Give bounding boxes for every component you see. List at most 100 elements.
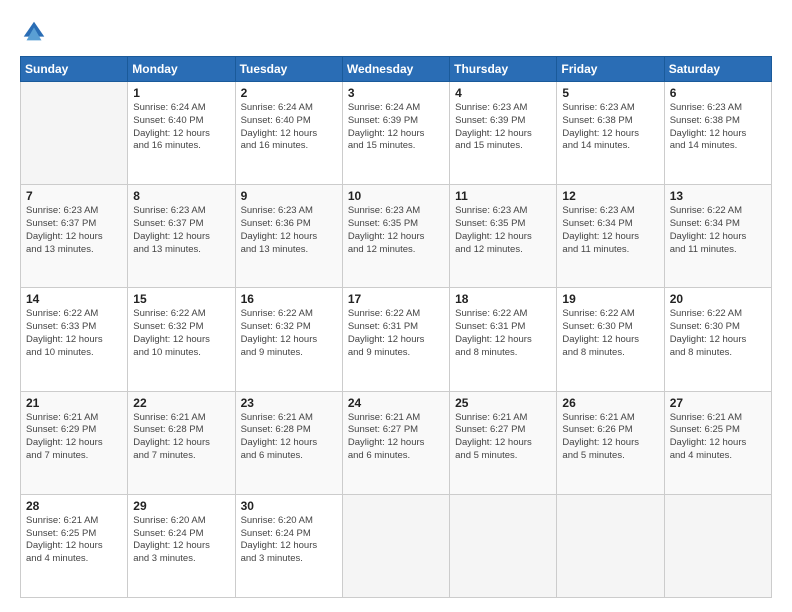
header-cell-wednesday: Wednesday (342, 57, 449, 82)
day-cell: 7 Sunrise: 6:23 AMSunset: 6:37 PMDaylight… (21, 185, 128, 288)
calendar-header: SundayMondayTuesdayWednesdayThursdayFrid… (21, 57, 772, 82)
day-info: Sunrise: 6:22 AMSunset: 6:34 PMDaylight:… (670, 205, 766, 256)
day-cell: 23 Sunrise: 6:21 AMSunset: 6:28 PMDayligh… (235, 391, 342, 494)
day-info: Sunrise: 6:24 AMSunset: 6:40 PMDaylight:… (133, 102, 229, 153)
week-row-3: 14Sunrise: 6:22 AMSunset: 6:33 PMDayligh… (21, 288, 772, 391)
day-cell: 11 Sunrise: 6:23 AMSunset: 6:35 PMDayligh… (450, 185, 557, 288)
day-number: 17 (348, 292, 444, 306)
day-info: Sunrise: 6:23 AMSunset: 6:35 PMDaylight:… (455, 205, 551, 256)
day-info: Sunrise: 6:21 AMSunset: 6:26 PMDaylight:… (562, 412, 658, 463)
day-info: Sunrise: 6:24 AMSunset: 6:39 PMDaylight:… (348, 102, 444, 153)
day-number: 22 (133, 396, 229, 410)
day-info: Sunrise: 6:21 AMSunset: 6:25 PMDaylight:… (26, 515, 122, 566)
day-info: Sunrise: 6:20 AMSunset: 6:24 PMDaylight:… (241, 515, 337, 566)
day-cell: 17 Sunrise: 6:22 AMSunset: 6:31 PMDayligh… (342, 288, 449, 391)
day-info: Sunrise: 6:23 AMSunset: 6:36 PMDaylight:… (241, 205, 337, 256)
day-info: Sunrise: 6:23 AMSunset: 6:38 PMDaylight:… (670, 102, 766, 153)
day-cell: 14Sunrise: 6:22 AMSunset: 6:33 PMDayligh… (21, 288, 128, 391)
day-number: 3 (348, 86, 444, 100)
day-cell: 8 Sunrise: 6:23 AMSunset: 6:37 PMDaylight… (128, 185, 235, 288)
day-cell: 1 Sunrise: 6:24 AMSunset: 6:40 PMDaylight… (128, 82, 235, 185)
day-cell: 3 Sunrise: 6:24 AMSunset: 6:39 PMDaylight… (342, 82, 449, 185)
day-cell: 16 Sunrise: 6:22 AMSunset: 6:32 PMDayligh… (235, 288, 342, 391)
day-info: Sunrise: 6:23 AMSunset: 6:35 PMDaylight:… (348, 205, 444, 256)
day-cell (450, 494, 557, 597)
week-row-2: 7 Sunrise: 6:23 AMSunset: 6:37 PMDaylight… (21, 185, 772, 288)
day-number: 25 (455, 396, 551, 410)
day-number: 11 (455, 189, 551, 203)
day-info: Sunrise: 6:22 AMSunset: 6:31 PMDaylight:… (455, 308, 551, 359)
day-cell (21, 82, 128, 185)
day-cell (342, 494, 449, 597)
day-info: Sunrise: 6:23 AMSunset: 6:37 PMDaylight:… (133, 205, 229, 256)
day-cell: 29 Sunrise: 6:20 AMSunset: 6:24 PMDayligh… (128, 494, 235, 597)
day-number: 24 (348, 396, 444, 410)
day-cell: 20 Sunrise: 6:22 AMSunset: 6:30 PMDayligh… (664, 288, 771, 391)
header-row: SundayMondayTuesdayWednesdayThursdayFrid… (21, 57, 772, 82)
day-info: Sunrise: 6:20 AMSunset: 6:24 PMDaylight:… (133, 515, 229, 566)
header-cell-thursday: Thursday (450, 57, 557, 82)
day-number: 10 (348, 189, 444, 203)
day-cell: 24 Sunrise: 6:21 AMSunset: 6:27 PMDayligh… (342, 391, 449, 494)
day-info: Sunrise: 6:21 AMSunset: 6:28 PMDaylight:… (133, 412, 229, 463)
week-row-5: 28Sunrise: 6:21 AMSunset: 6:25 PMDayligh… (21, 494, 772, 597)
header-cell-saturday: Saturday (664, 57, 771, 82)
day-cell: 19Sunrise: 6:22 AMSunset: 6:30 PMDayligh… (557, 288, 664, 391)
logo (20, 18, 52, 46)
day-number: 20 (670, 292, 766, 306)
header-cell-tuesday: Tuesday (235, 57, 342, 82)
day-number: 7 (26, 189, 122, 203)
day-number: 2 (241, 86, 337, 100)
day-cell: 22 Sunrise: 6:21 AMSunset: 6:28 PMDayligh… (128, 391, 235, 494)
day-info: Sunrise: 6:22 AMSunset: 6:31 PMDaylight:… (348, 308, 444, 359)
day-cell: 2 Sunrise: 6:24 AMSunset: 6:40 PMDaylight… (235, 82, 342, 185)
day-number: 8 (133, 189, 229, 203)
day-cell (664, 494, 771, 597)
day-cell: 27Sunrise: 6:21 AMSunset: 6:25 PMDayligh… (664, 391, 771, 494)
day-cell: 4 Sunrise: 6:23 AMSunset: 6:39 PMDaylight… (450, 82, 557, 185)
day-info: Sunrise: 6:21 AMSunset: 6:27 PMDaylight:… (455, 412, 551, 463)
day-cell: 30 Sunrise: 6:20 AMSunset: 6:24 PMDayligh… (235, 494, 342, 597)
day-info: Sunrise: 6:21 AMSunset: 6:25 PMDaylight:… (670, 412, 766, 463)
header-cell-friday: Friday (557, 57, 664, 82)
day-number: 30 (241, 499, 337, 513)
day-info: Sunrise: 6:23 AMSunset: 6:37 PMDaylight:… (26, 205, 122, 256)
day-cell: 18 Sunrise: 6:22 AMSunset: 6:31 PMDayligh… (450, 288, 557, 391)
day-number: 18 (455, 292, 551, 306)
day-info: Sunrise: 6:23 AMSunset: 6:39 PMDaylight:… (455, 102, 551, 153)
day-info: Sunrise: 6:22 AMSunset: 6:33 PMDaylight:… (26, 308, 122, 359)
day-cell: 13 Sunrise: 6:22 AMSunset: 6:34 PMDayligh… (664, 185, 771, 288)
calendar-table: SundayMondayTuesdayWednesdayThursdayFrid… (20, 56, 772, 598)
week-row-1: 1 Sunrise: 6:24 AMSunset: 6:40 PMDaylight… (21, 82, 772, 185)
day-cell: 28Sunrise: 6:21 AMSunset: 6:25 PMDayligh… (21, 494, 128, 597)
logo-icon (20, 18, 48, 46)
day-cell: 10 Sunrise: 6:23 AMSunset: 6:35 PMDayligh… (342, 185, 449, 288)
day-number: 29 (133, 499, 229, 513)
day-cell: 26 Sunrise: 6:21 AMSunset: 6:26 PMDayligh… (557, 391, 664, 494)
day-number: 16 (241, 292, 337, 306)
day-number: 4 (455, 86, 551, 100)
day-info: Sunrise: 6:22 AMSunset: 6:32 PMDaylight:… (241, 308, 337, 359)
day-cell: 6 Sunrise: 6:23 AMSunset: 6:38 PMDaylight… (664, 82, 771, 185)
header-cell-sunday: Sunday (21, 57, 128, 82)
day-info: Sunrise: 6:22 AMSunset: 6:30 PMDaylight:… (670, 308, 766, 359)
header (20, 18, 772, 46)
day-cell: 21Sunrise: 6:21 AMSunset: 6:29 PMDayligh… (21, 391, 128, 494)
week-row-4: 21Sunrise: 6:21 AMSunset: 6:29 PMDayligh… (21, 391, 772, 494)
day-cell (557, 494, 664, 597)
day-info: Sunrise: 6:21 AMSunset: 6:27 PMDaylight:… (348, 412, 444, 463)
day-number: 23 (241, 396, 337, 410)
day-cell: 15 Sunrise: 6:22 AMSunset: 6:32 PMDayligh… (128, 288, 235, 391)
calendar-body: 1 Sunrise: 6:24 AMSunset: 6:40 PMDaylight… (21, 82, 772, 598)
day-number: 19 (562, 292, 658, 306)
day-info: Sunrise: 6:21 AMSunset: 6:28 PMDaylight:… (241, 412, 337, 463)
day-number: 6 (670, 86, 766, 100)
day-number: 13 (670, 189, 766, 203)
day-info: Sunrise: 6:22 AMSunset: 6:32 PMDaylight:… (133, 308, 229, 359)
day-number: 1 (133, 86, 229, 100)
page: SundayMondayTuesdayWednesdayThursdayFrid… (0, 0, 792, 612)
day-number: 15 (133, 292, 229, 306)
day-number: 26 (562, 396, 658, 410)
day-info: Sunrise: 6:23 AMSunset: 6:38 PMDaylight:… (562, 102, 658, 153)
day-info: Sunrise: 6:24 AMSunset: 6:40 PMDaylight:… (241, 102, 337, 153)
